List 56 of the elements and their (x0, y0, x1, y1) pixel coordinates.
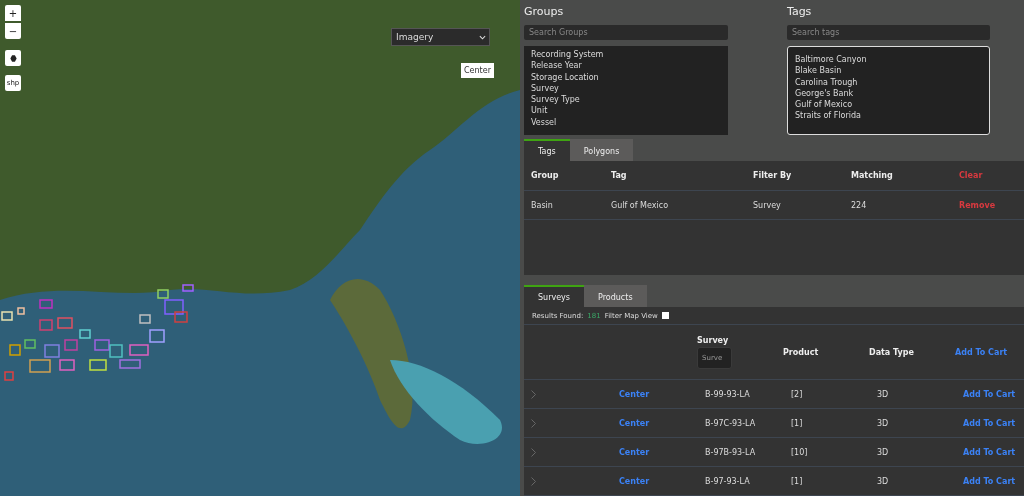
table-cell-text: 224 (851, 200, 868, 210)
list-item[interactable]: Gulf of Mexico (795, 99, 982, 111)
column-header: Survey (697, 335, 730, 345)
list-item[interactable]: Survey Type (531, 94, 721, 106)
table-cell-text: 3D (877, 389, 890, 399)
list-item[interactable]: George's Bank (795, 87, 982, 100)
column-header: Product (783, 347, 820, 357)
column-header: Tag (611, 171, 628, 180)
tab[interactable]: Tags (524, 139, 570, 161)
column-header: Filter By (753, 171, 793, 180)
zoom-out-button[interactable]: − (5, 23, 21, 39)
table-cell-text: [10] (791, 447, 809, 457)
list-item[interactable]: Unit (531, 105, 721, 117)
search-field[interactable]: Search tags (787, 25, 990, 40)
search-field[interactable]: Search Groups (524, 25, 728, 40)
tab[interactable]: Surveys (524, 285, 584, 307)
table-cell-text: B-99-93-LA (705, 389, 751, 399)
table-cell-text: Survey (753, 200, 782, 210)
list-item[interactable]: Release Year (531, 60, 721, 72)
chevron-right-icon[interactable] (531, 447, 536, 457)
chevron-right-icon[interactable] (531, 476, 536, 486)
list-item[interactable]: Storage Location (531, 71, 721, 83)
chevron-right-icon[interactable] (531, 418, 536, 428)
table-cell-text: B-97-93-LA (705, 476, 751, 486)
table-cell-text: 3D (877, 418, 890, 428)
list-item[interactable]: Blake Basin (795, 65, 982, 77)
zoom-in-button[interactable]: + (5, 5, 21, 21)
table-cell-text: [2] (791, 389, 804, 399)
center-button[interactable]: Center (461, 63, 494, 78)
tab[interactable]: Products (584, 285, 647, 307)
section-title: Groups (524, 5, 565, 20)
column-header: Group (531, 171, 560, 180)
column-header: Data Type (869, 347, 915, 357)
chevron-right-icon[interactable] (531, 389, 536, 399)
list-item[interactable]: Survey (531, 82, 721, 95)
tab[interactable]: Polygons (569, 139, 634, 161)
chevron-down-icon (479, 34, 486, 40)
table-cell-text: B-97C-93-LA (705, 418, 757, 428)
checkbox[interactable] (661, 312, 669, 319)
hexagon-icon (9, 54, 17, 62)
table-cell-text: Basin (531, 200, 554, 210)
draw-polygon-button[interactable] (5, 50, 21, 66)
list-item[interactable]: Carolina Trough (795, 76, 982, 88)
table-cell-text: 3D (877, 476, 890, 486)
list-item[interactable]: Recording System (531, 49, 721, 61)
section-title: Tags (787, 5, 813, 20)
table-cell-text: [1] (791, 418, 804, 428)
list-item[interactable]: Baltimore Canyon (795, 54, 982, 66)
table-cell-text: 3D (877, 447, 890, 457)
list-item[interactable]: Vessel (531, 116, 721, 129)
layer-select[interactable]: Imagery (391, 28, 490, 46)
table-cell-text: B-97B-93-LA (705, 447, 757, 457)
table-cell-text: Gulf of Mexico (611, 200, 670, 210)
column-header: Matching (851, 171, 894, 180)
table-cell-text: [1] (791, 476, 804, 486)
list-item[interactable]: Straits of Florida (795, 110, 982, 122)
